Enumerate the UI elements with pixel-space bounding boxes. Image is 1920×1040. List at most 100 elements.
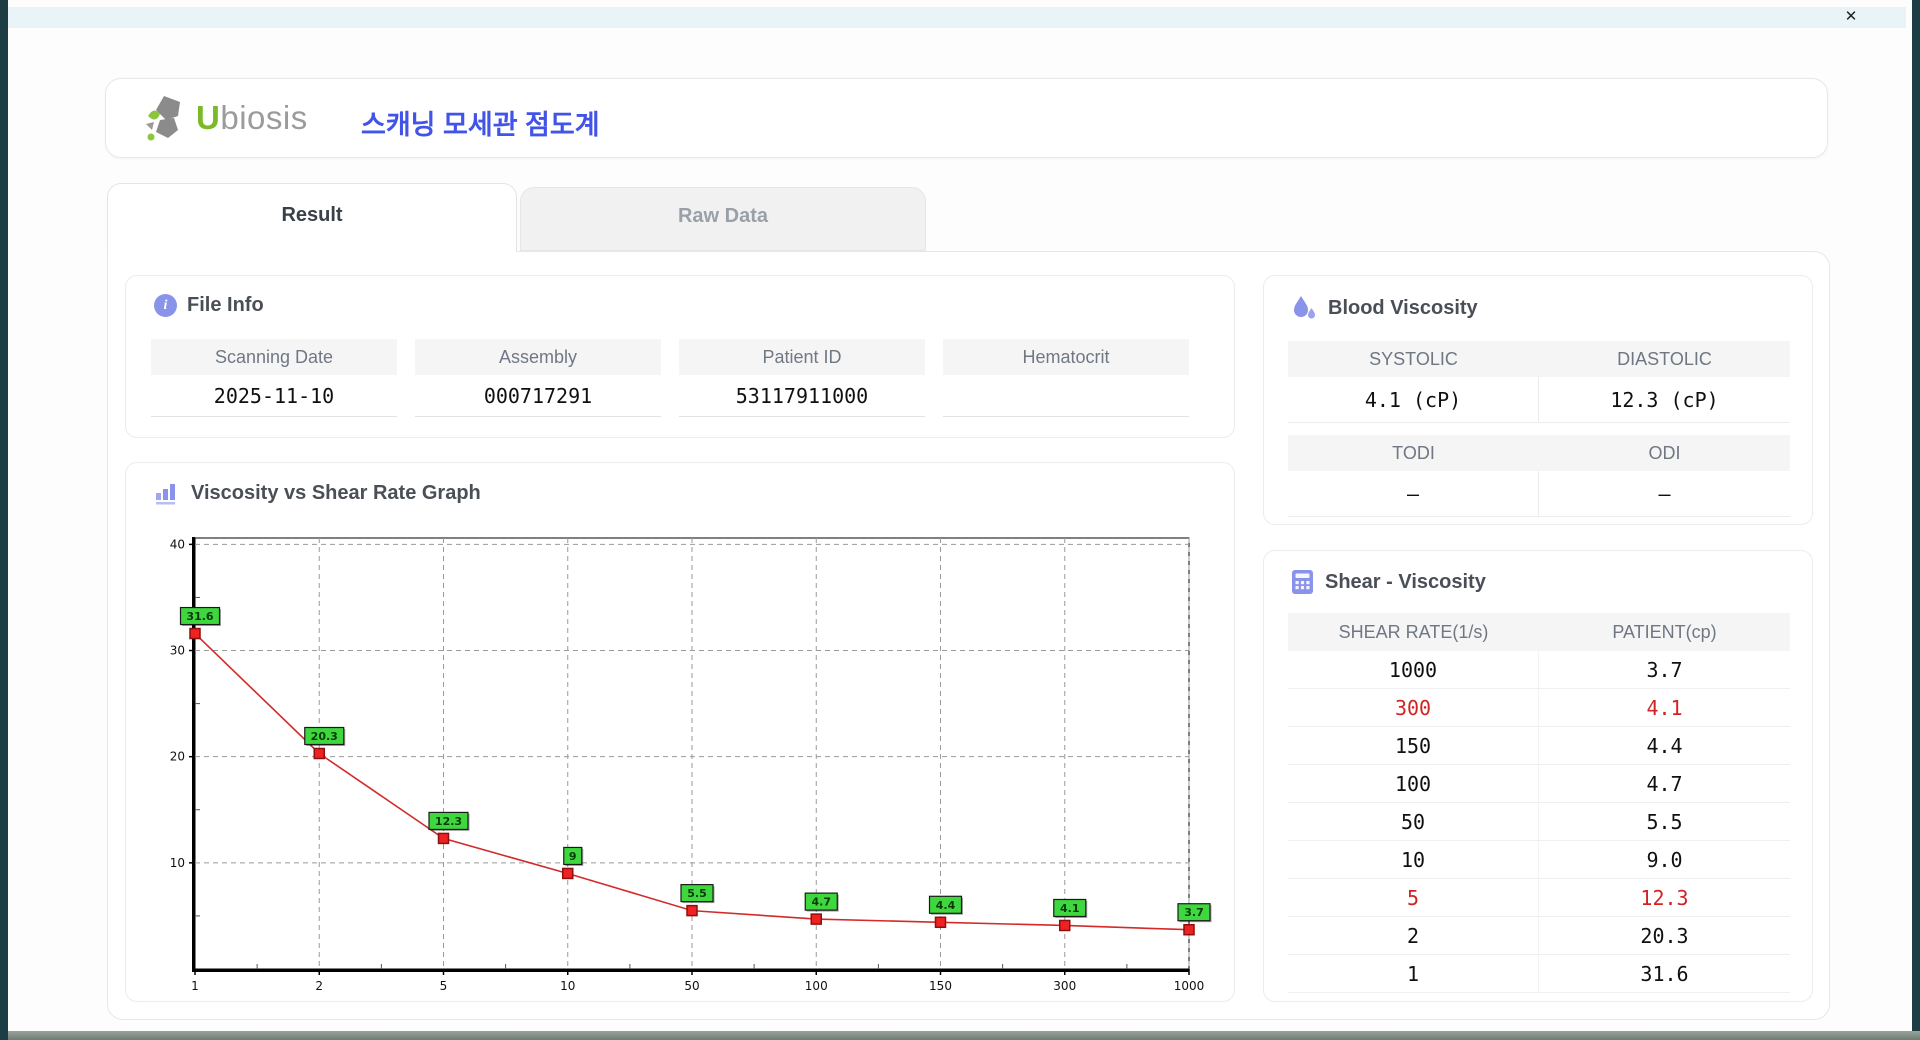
- shear-table-header: SHEAR RATE(1/s) PATIENT(cp): [1288, 613, 1790, 651]
- tab-result[interactable]: Result: [107, 183, 517, 252]
- svg-text:100: 100: [805, 979, 828, 993]
- shear-viscosity-rows: 1000 3.7 300 4.1 150 4.4 100 4.7 50 5.5 10 9.0 5 12.3…: [1288, 651, 1790, 993]
- graph-header: Viscosity vs Shear Rate Graph: [154, 481, 481, 505]
- blood-viscosity-card: Blood Viscosity SYSTOLIC DIASTOLIC 4.1 (…: [1263, 275, 1813, 525]
- field-assembly: Assembly 000717291: [415, 339, 661, 417]
- shear-rate-cell: 10: [1288, 841, 1539, 878]
- svg-text:4.7: 4.7: [812, 896, 832, 909]
- shear-rate-cell: 2: [1288, 917, 1539, 954]
- field-label: Patient ID: [679, 339, 925, 375]
- svg-text:150: 150: [929, 979, 952, 993]
- window-bottom-edge: [8, 1031, 1920, 1040]
- window-left-edge: [0, 0, 8, 1040]
- shear-viscosity-title: Shear - Viscosity: [1325, 570, 1486, 593]
- bv-header-row-bottom: TODI ODI: [1288, 435, 1790, 471]
- patient-cell: 31.6: [1640, 962, 1689, 986]
- svg-text:10: 10: [560, 979, 575, 993]
- odi-value: –: [1539, 471, 1790, 517]
- diastolic-label: DIASTOLIC: [1539, 341, 1790, 377]
- info-icon: i: [154, 294, 177, 317]
- logo-letter-u: U: [196, 99, 221, 136]
- blood-drop-icon: [1294, 296, 1315, 319]
- patient-cell: 9.0: [1646, 848, 1683, 872]
- patient-cell: 4.7: [1646, 772, 1683, 796]
- table-row: 150 4.4: [1288, 727, 1790, 765]
- blood-viscosity-title: Blood Viscosity: [1328, 296, 1478, 319]
- logo-word-biosis: biosis: [220, 99, 308, 136]
- svg-text:3.7: 3.7: [1184, 906, 1204, 919]
- svg-text:5: 5: [440, 979, 448, 993]
- shear-rate-cell: 1000: [1288, 651, 1539, 688]
- ubiosis-logo-icon: [146, 96, 180, 141]
- tab-raw-data[interactable]: Raw Data: [520, 187, 926, 251]
- field-value: 53117911000: [679, 375, 925, 417]
- window-title-bar: [8, 7, 1906, 28]
- table-row: 50 5.5: [1288, 803, 1790, 841]
- viscosity-graph-card: Viscosity vs Shear Rate Graph 10 20 30 40 1 2…: [125, 462, 1235, 1002]
- field-value: [943, 375, 1189, 417]
- calculator-icon: [1292, 570, 1313, 594]
- viscosity-chart: 10 20 30 40 1 2 5 10 50 100 150 300 1000 31.6 20.3 12.3…: [170, 537, 1212, 993]
- shear-rate-cell: 300: [1288, 689, 1539, 726]
- bv-value-row-bottom: – –: [1288, 471, 1790, 517]
- table-row: 100 4.7: [1288, 765, 1790, 803]
- field-scanning-date: Scanning Date 2025-11-10: [151, 339, 397, 417]
- systolic-value: 4.1 (cP): [1288, 377, 1539, 423]
- file-info-title: File Info: [187, 294, 264, 316]
- table-row: 5 12.3: [1288, 879, 1790, 917]
- field-value: 000717291: [415, 375, 661, 417]
- shear-rate-cell: 100: [1288, 765, 1539, 802]
- logo-text: Ubiosis: [196, 99, 308, 137]
- patient-column-header: PATIENT(cp): [1612, 622, 1717, 642]
- patient-cell: 4.4: [1646, 734, 1683, 758]
- svg-text:10: 10: [170, 856, 185, 870]
- patient-cell: 12.3: [1640, 886, 1689, 910]
- bar-chart-icon: [156, 484, 175, 505]
- field-hematocrit: Hematocrit: [943, 339, 1189, 417]
- svg-text:2: 2: [315, 979, 323, 993]
- field-label: Assembly: [415, 339, 661, 375]
- field-label: Scanning Date: [151, 339, 397, 375]
- patient-cell: 20.3: [1640, 924, 1689, 948]
- bv-value-row-top: 4.1 (cP) 12.3 (cP): [1288, 377, 1790, 423]
- blood-viscosity-header: Blood Viscosity: [1290, 294, 1478, 322]
- field-label: Hematocrit: [943, 339, 1189, 375]
- shear-rate-column-header: SHEAR RATE(1/s): [1338, 622, 1489, 642]
- svg-text:20: 20: [170, 750, 185, 764]
- header-card: Ubiosis 스캐닝 모세관 점도계: [105, 78, 1828, 158]
- shear-viscosity-table: SHEAR RATE(1/s) PATIENT(cp) 1000 3.7 300 4.…: [1288, 613, 1790, 993]
- file-info-header: i File Info: [154, 294, 264, 317]
- file-info-fields: Scanning Date 2025-11-10 Assembly 000717…: [151, 339, 1189, 417]
- svg-text:9: 9: [569, 850, 577, 863]
- window-right-edge: [1912, 0, 1920, 1040]
- todi-label: TODI: [1288, 435, 1539, 471]
- shear-viscosity-header: Shear - Viscosity: [1290, 569, 1486, 595]
- ubiosis-logo: Ubiosis: [144, 94, 308, 142]
- patient-cell: 5.5: [1646, 810, 1683, 834]
- svg-text:5.5: 5.5: [687, 887, 707, 900]
- shear-rate-cell: 50: [1288, 803, 1539, 840]
- table-row: 1 31.6: [1288, 955, 1790, 993]
- svg-text:1: 1: [191, 979, 199, 993]
- app-title-korean: 스캐닝 모세관 점도계: [361, 110, 600, 140]
- svg-text:4.4: 4.4: [936, 899, 956, 912]
- graph-title: Viscosity vs Shear Rate Graph: [191, 481, 481, 504]
- systolic-label: SYSTOLIC: [1288, 341, 1539, 377]
- svg-text:50: 50: [684, 979, 699, 993]
- svg-text:1000: 1000: [1174, 979, 1205, 993]
- shear-rate-cell: 1: [1288, 955, 1539, 992]
- diastolic-value: 12.3 (cP): [1539, 377, 1790, 423]
- table-row: 1000 3.7: [1288, 651, 1790, 689]
- todi-value: –: [1288, 471, 1539, 517]
- svg-text:12.3: 12.3: [435, 815, 462, 828]
- shear-rate-cell: 150: [1288, 727, 1539, 764]
- field-value: 2025-11-10: [151, 375, 397, 417]
- shear-rate-cell: 5: [1288, 879, 1539, 916]
- odi-label: ODI: [1539, 435, 1790, 471]
- close-icon[interactable]: ✕: [1840, 6, 1862, 28]
- patient-cell: 3.7: [1646, 658, 1683, 682]
- svg-text:300: 300: [1053, 979, 1076, 993]
- table-row: 10 9.0: [1288, 841, 1790, 879]
- field-patient-id: Patient ID 53117911000: [679, 339, 925, 417]
- bv-header-row-top: SYSTOLIC DIASTOLIC: [1288, 341, 1790, 377]
